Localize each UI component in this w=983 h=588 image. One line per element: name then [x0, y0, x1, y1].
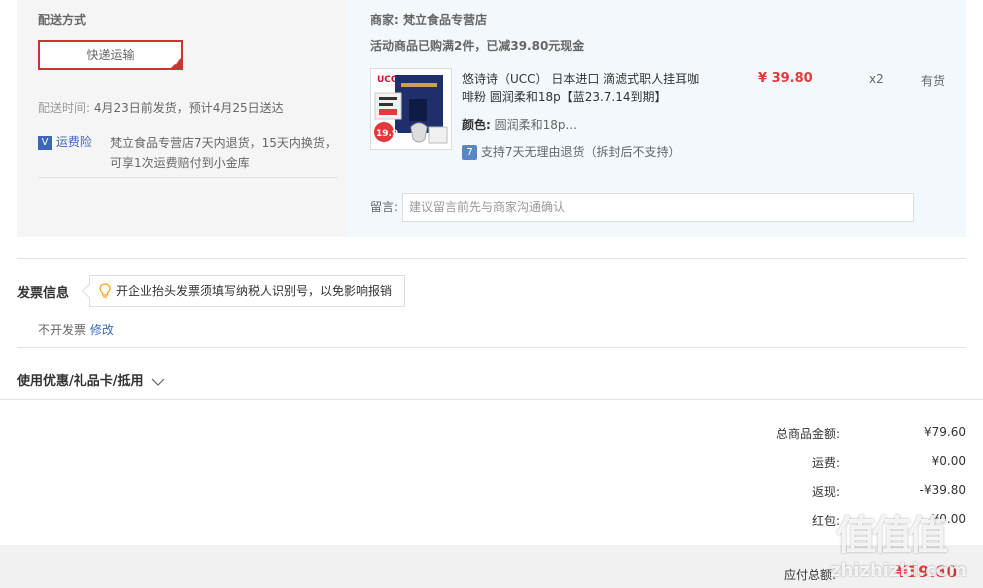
return-policy-text: 支持7天无理由退货（拆封后不支持）	[480, 145, 681, 159]
shipping-fee-value: ¥0.00	[931, 454, 966, 468]
invoice-status-row: 不开发票 修改	[38, 321, 114, 338]
shipping-method-label: 快递运输	[86, 48, 135, 62]
invoice-status: 不开发票	[38, 323, 87, 337]
shipping-divider	[38, 177, 338, 178]
promo-text: 活动商品已购满2件，已减39.80元现金	[370, 39, 585, 53]
insurance-label: 运费险	[55, 135, 92, 149]
comment-label: 留言:	[370, 200, 399, 214]
payable-label: 应付总额:	[784, 568, 837, 582]
watermark-domain: zhizhizhi.com	[830, 560, 968, 581]
product-image[interactable]: UCC 19.9	[370, 68, 452, 150]
comment-placeholder: 建议留言前先与商家沟通确认	[409, 200, 566, 214]
invoice-title: 发票信息	[17, 286, 70, 301]
seven-day-return-icon: 7	[462, 145, 477, 160]
watermark-logo: 值值值	[836, 513, 948, 559]
lightbulb-icon	[99, 283, 111, 298]
return-policy: 7 支持7天无理由退货（拆封后不支持）	[462, 143, 680, 160]
section-divider-2	[17, 347, 966, 348]
product-title[interactable]: 悠诗诗（UCC） 日本进口 滴滤式职人挂耳咖 啡粉 圆润柔和18p【蓝23.7.…	[462, 70, 712, 106]
merchant-label: 商家:	[370, 13, 399, 27]
insurance-description: 梵立食品专营店7天内退货，15天内换货， 可享1次运费赔付到小金库	[110, 133, 337, 173]
cashback-value: -¥39.80	[919, 483, 966, 497]
product-title-line1: 悠诗诗（UCC） 日本进口 滴滤式职人挂耳咖	[462, 72, 700, 86]
freight-insurance[interactable]: V 运费险	[38, 133, 92, 150]
stock-status: 有货	[921, 74, 946, 88]
product-title-line2: 啡粉 圆润柔和18p【蓝23.7.14到期】	[462, 90, 667, 104]
price-sticker-text: 19.9	[376, 129, 398, 139]
discount-label: 使用优惠/礼品卡/抵用	[17, 374, 144, 389]
comment-input[interactable]: 建议留言前先与商家沟通确认	[402, 193, 914, 222]
brand-logo-text: UCC	[377, 75, 398, 85]
shipping-fee-label: 运费:	[811, 456, 840, 470]
shipping-time: 配送时间: 4月23日前发货，预计4月25日送达	[38, 99, 284, 116]
section-divider-3	[0, 399, 983, 400]
insurance-desc-line1: 梵立食品专营店7天内退货，15天内换货，	[110, 136, 337, 150]
checkout-page: 配送方式 快递运输 ✓ 配送时间: 4月23日前发货，预计4月25日送达 V 运…	[0, 0, 983, 588]
product-color: 颜色: 圆润柔和18p...	[462, 116, 577, 133]
color-label: 颜色:	[462, 118, 491, 132]
total-value: ¥79.60	[924, 425, 966, 439]
merchant-header: 商家: 梵立食品专营店	[370, 11, 487, 28]
check-icon: ✓	[174, 59, 180, 67]
invoice-edit-link[interactable]: 修改	[90, 323, 114, 337]
chevron-down-icon	[151, 378, 165, 386]
coffee-package-icon: UCC 19.9	[371, 69, 451, 149]
insurance-shield-icon: V	[38, 135, 52, 150]
product-price: ¥ 39.80	[758, 71, 813, 86]
total-label: 总商品金额:	[775, 427, 840, 441]
shipping-method-button[interactable]: 快递运输 ✓	[38, 40, 183, 70]
cashback-label: 返现:	[811, 485, 840, 499]
shipping-time-label: 配送时间:	[38, 101, 91, 115]
tip-arrow	[81, 283, 97, 299]
invoice-tip-text: 开企业抬头发票须填写纳税人识别号，以免影响报销	[116, 284, 393, 298]
shipping-title: 配送方式	[38, 13, 87, 27]
color-value: 圆润柔和18p...	[494, 118, 577, 132]
invoice-tip: 开企业抬头发票须填写纳税人识别号，以免影响报销	[81, 275, 405, 307]
discount-toggle[interactable]: 使用优惠/礼品卡/抵用	[17, 370, 165, 389]
section-divider-1	[17, 258, 966, 259]
insurance-desc-line2: 可享1次运费赔付到小金库	[110, 156, 250, 170]
merchant-name: 梵立食品专营店	[403, 13, 488, 27]
shipping-time-value: 4月23日前发货，预计4月25日送达	[93, 101, 284, 115]
product-quantity: x2	[869, 72, 884, 86]
